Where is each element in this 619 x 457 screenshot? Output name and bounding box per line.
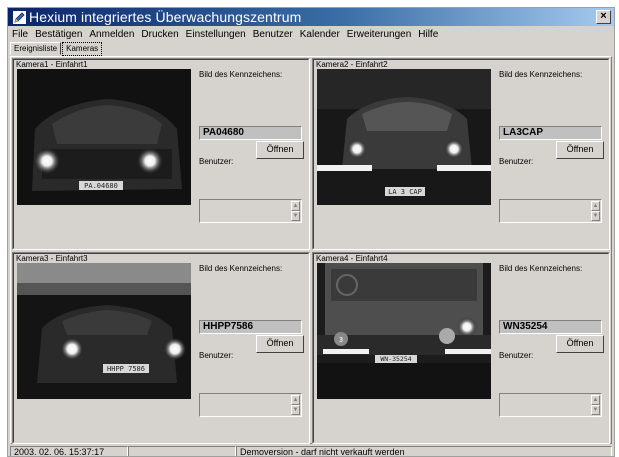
- camera-feed-image: HHPP 7586: [17, 263, 191, 399]
- menu-bar: File Bestätigen Anmelden Drucken Einstel…: [8, 27, 614, 41]
- pen-icon: [12, 10, 26, 24]
- user-list[interactable]: ▲ ▼: [199, 393, 302, 417]
- scroll-down-icon[interactable]: ▼: [291, 211, 300, 221]
- user-label: Benutzer:: [199, 157, 234, 166]
- camera-panel-1: Kamera1 - Einfahrt1 PA.04680 Bild des Ke…: [12, 58, 310, 250]
- menu-bestaetigen[interactable]: Bestätigen: [35, 29, 82, 40]
- photo-plate-text: PA.04680: [84, 182, 118, 190]
- open-button[interactable]: Öffnen: [556, 141, 604, 159]
- plate-value: HHPP7586: [199, 320, 302, 334]
- user-list[interactable]: ▲ ▼: [499, 393, 602, 417]
- plate-image-label: Bild des Kennzeichens:: [199, 264, 283, 273]
- status-datetime: 2003. 02. 06. 15:37:17: [10, 446, 128, 456]
- plate-value: LA3CAP: [499, 126, 602, 140]
- menu-kalender[interactable]: Kalender: [300, 29, 340, 40]
- plate-image-label: Bild des Kennzeichens:: [499, 70, 583, 79]
- camera-panel-2: Kamera2 - Einfahrt2 LA 3 CAP Bild des Ke…: [312, 58, 610, 250]
- menu-einstellungen[interactable]: Einstellungen: [186, 29, 246, 40]
- scroll-up-icon[interactable]: ▲: [591, 201, 600, 211]
- scroll-up-icon[interactable]: ▲: [291, 395, 300, 405]
- close-button[interactable]: ×: [596, 10, 611, 24]
- user-label: Benutzer:: [199, 351, 234, 360]
- open-button[interactable]: Öffnen: [556, 335, 604, 353]
- camera-panel-4: Kamera4 - Einfahrt4 3 WN-35254 Bild des …: [312, 252, 610, 444]
- tab-strip: Ereignisliste Kameras: [10, 42, 103, 56]
- user-list[interactable]: ▲ ▼: [499, 199, 602, 223]
- plate-value: PA04680: [199, 126, 302, 140]
- tab-kameras[interactable]: Kameras: [62, 42, 103, 56]
- scroll-down-icon[interactable]: ▼: [291, 405, 300, 415]
- menu-erweiterungen[interactable]: Erweiterungen: [347, 29, 411, 40]
- title-bar[interactable]: Hexium integriertes Überwachungszentrum …: [8, 8, 614, 26]
- camera-panel-3: Kamera3 - Einfahrt3 HHPP 7586 Bild des K…: [12, 252, 310, 444]
- user-label: Benutzer:: [499, 157, 534, 166]
- scroll-down-icon[interactable]: ▼: [591, 211, 600, 221]
- tab-ereignisliste[interactable]: Ereignisliste: [10, 42, 62, 55]
- photo-plate-text: HHPP 7586: [107, 365, 145, 373]
- camera-title: Kamera4 - Einfahrt4: [316, 254, 388, 263]
- camera-feed-image: 3 WN-35254: [317, 263, 491, 399]
- user-label: Benutzer:: [499, 351, 534, 360]
- scroll-up-icon[interactable]: ▲: [591, 395, 600, 405]
- open-button[interactable]: Öffnen: [256, 141, 304, 159]
- photo-plate-text: WN-35254: [380, 355, 411, 363]
- user-list[interactable]: ▲ ▼: [199, 199, 302, 223]
- plate-value: WN35254: [499, 320, 602, 334]
- menu-anmelden[interactable]: Anmelden: [89, 29, 134, 40]
- camera-grid: Kamera1 - Einfahrt1 PA.04680 Bild des Ke…: [10, 56, 612, 444]
- camera-title: Kamera1 - Einfahrt1: [16, 60, 88, 69]
- status-message: Demoversion - darf nicht verkauft werden: [236, 446, 612, 456]
- menu-file[interactable]: File: [12, 29, 28, 40]
- camera-feed-image: LA 3 CAP: [317, 69, 491, 205]
- menu-drucken[interactable]: Drucken: [141, 29, 178, 40]
- camera-title: Kamera2 - Einfahrt2: [316, 60, 388, 69]
- status-bar: 2003. 02. 06. 15:37:17 Demoversion - dar…: [10, 446, 614, 456]
- scroll-up-icon[interactable]: ▲: [291, 201, 300, 211]
- plate-image-label: Bild des Kennzeichens:: [499, 264, 583, 273]
- status-empty: [128, 446, 236, 456]
- menu-hilfe[interactable]: Hilfe: [418, 29, 438, 40]
- open-button[interactable]: Öffnen: [256, 335, 304, 353]
- plate-image-label: Bild des Kennzeichens:: [199, 70, 283, 79]
- main-window: Hexium integriertes Überwachungszentrum …: [7, 7, 615, 457]
- window-title: Hexium integriertes Überwachungszentrum: [29, 9, 302, 25]
- camera-title: Kamera3 - Einfahrt3: [16, 254, 88, 263]
- photo-plate-text: LA 3 CAP: [388, 188, 422, 196]
- scroll-down-icon[interactable]: ▼: [591, 405, 600, 415]
- camera-feed-image: PA.04680: [17, 69, 191, 205]
- menu-benutzer[interactable]: Benutzer: [253, 29, 293, 40]
- svg-text:3: 3: [339, 336, 343, 344]
